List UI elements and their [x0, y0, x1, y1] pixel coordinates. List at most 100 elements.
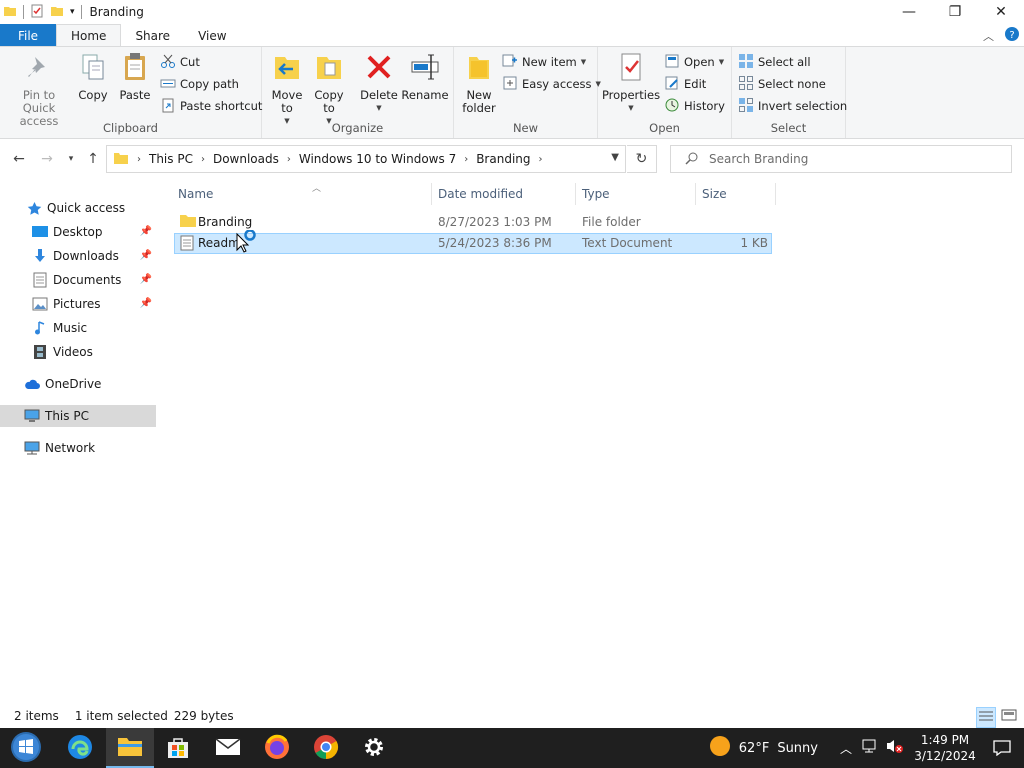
file-row[interactable]: Readm 5/24/2023 8:36 PM Text Document 1 …	[174, 229, 772, 254]
paste-button[interactable]: Paste	[116, 51, 154, 102]
weather-temperature[interactable]: 62°F	[739, 741, 770, 756]
volume-muted-icon[interactable]	[886, 738, 904, 758]
move-to-button[interactable]: Move to ▼	[268, 51, 306, 128]
help-icon[interactable]: ?	[1004, 26, 1020, 45]
breadcrumb-downloads[interactable]: Downloads	[213, 152, 279, 166]
copy-button[interactable]: Copy	[74, 51, 112, 102]
mouse-cursor-icon	[235, 229, 259, 259]
recent-locations-chevron-icon[interactable]: ▾	[62, 149, 80, 169]
edit-button[interactable]: Edit	[664, 74, 706, 94]
column-header-size[interactable]: Size	[696, 183, 776, 205]
tab-view[interactable]: View	[184, 24, 240, 47]
move-to-icon	[271, 51, 303, 89]
nav-documents[interactable]: Documents 📌	[0, 269, 156, 291]
column-header-type[interactable]: Type	[576, 183, 696, 205]
file-date: 8/27/2023 1:03 PM	[438, 215, 552, 229]
large-icons-view-icon[interactable]	[1000, 707, 1018, 728]
refresh-button[interactable]: ↻	[627, 145, 657, 173]
qat-dropdown-icon[interactable]: ▾	[70, 7, 75, 17]
file-row[interactable]: Branding 8/27/2023 1:03 PM File folder	[174, 212, 772, 233]
nav-this-pc[interactable]: This PC	[0, 405, 156, 427]
collapse-ribbon-icon[interactable]: ︿	[983, 28, 994, 44]
select-none-button[interactable]: Select none	[738, 74, 826, 94]
delete-x-icon	[363, 51, 395, 89]
copy-path-button[interactable]: Copy path	[160, 74, 239, 94]
details-view-icon[interactable]	[976, 707, 996, 728]
new-folder-icon	[463, 51, 495, 89]
breadcrumb-this-pc[interactable]: This PC	[149, 152, 193, 166]
breadcrumb-branding[interactable]: Branding	[476, 152, 530, 166]
close-button[interactable]: ✕	[978, 0, 1024, 24]
nav-pictures[interactable]: Pictures 📌	[0, 293, 156, 315]
select-all-button[interactable]: Select all	[738, 52, 811, 72]
breadcrumb-chevron-icon[interactable]: ›	[137, 154, 141, 165]
new-folder-qat-icon[interactable]	[50, 4, 64, 21]
pin-icon	[23, 51, 55, 89]
breadcrumb-chevron-icon[interactable]: ›	[539, 154, 543, 165]
forward-arrow-icon[interactable]: →	[38, 149, 56, 169]
back-arrow-icon[interactable]: ←	[10, 149, 28, 169]
taskbar-firefox[interactable]	[253, 728, 301, 768]
address-dropdown-icon[interactable]: ▼	[611, 152, 619, 163]
file-date: 5/24/2023 8:36 PM	[438, 236, 552, 250]
file-size: 1 KB	[740, 236, 768, 250]
show-hidden-icons-chevron-icon[interactable]: ︿	[840, 740, 852, 757]
star-icon	[26, 200, 42, 216]
tab-file[interactable]: File	[0, 24, 56, 47]
column-header-date-modified[interactable]: Date modified	[432, 183, 576, 205]
minimize-button[interactable]: —	[886, 0, 932, 24]
paste-shortcut-button[interactable]: Paste shortcut	[160, 96, 262, 116]
delete-button[interactable]: Delete ▼	[358, 51, 400, 115]
search-input[interactable]: Search Branding	[709, 152, 808, 166]
properties-qat-icon[interactable]	[30, 4, 44, 21]
copy-path-icon	[160, 75, 176, 94]
breadcrumb-chevron-icon[interactable]: ›	[287, 154, 291, 165]
maximize-button[interactable]: ❐	[932, 0, 978, 24]
new-item-button[interactable]: New item ▼	[502, 52, 586, 72]
tab-share[interactable]: Share	[121, 24, 184, 47]
easy-access-button[interactable]: Easy access ▼	[502, 74, 601, 94]
breadcrumb-windows-10-to-windows-7[interactable]: Windows 10 to Windows 7	[299, 152, 456, 166]
cut-button[interactable]: Cut	[160, 52, 200, 72]
nav-music[interactable]: Music	[0, 317, 156, 339]
taskbar-settings[interactable]	[350, 728, 398, 768]
breadcrumb-chevron-icon[interactable]: ›	[464, 154, 468, 165]
properties-button[interactable]: Properties ▼	[602, 51, 660, 115]
taskbar-mail[interactable]	[204, 728, 252, 768]
nav-network[interactable]: Network	[0, 437, 156, 459]
new-group: New folder New item ▼ Easy access ▼ New	[454, 47, 601, 138]
history-button[interactable]: History	[664, 96, 725, 116]
new-folder-button[interactable]: New folder	[460, 51, 498, 115]
taskbar-store[interactable]	[154, 728, 202, 768]
nav-downloads[interactable]: Downloads 📌	[0, 245, 156, 267]
music-note-icon	[32, 320, 48, 336]
status-bar: 2 items 1 item selected 229 bytes	[0, 703, 1024, 728]
taskbar-chrome[interactable]	[302, 728, 350, 768]
network-tray-icon[interactable]	[862, 738, 878, 758]
search-box[interactable]: Search Branding	[670, 145, 1012, 173]
rename-button[interactable]: Rename	[401, 51, 449, 102]
weather-description[interactable]: Sunny	[777, 741, 818, 756]
copy-to-button[interactable]: Copy to ▼	[310, 51, 348, 128]
clock[interactable]: 1:49 PM 3/12/2024	[910, 732, 980, 764]
invert-selection-button[interactable]: Invert selection	[738, 96, 847, 116]
notification-center-icon[interactable]	[980, 740, 1024, 756]
window-title: Branding	[89, 5, 144, 19]
up-arrow-icon[interactable]: ↑	[84, 149, 102, 169]
taskbar-edge[interactable]	[56, 728, 104, 768]
address-bar[interactable]: › This PC › Downloads › Windows 10 to Wi…	[106, 145, 626, 173]
weather-sun-icon[interactable]	[709, 735, 731, 761]
pin-to-quick-access-button[interactable]: Pin to Quick access	[6, 51, 72, 128]
nav-quick-access[interactable]: Quick access	[0, 197, 156, 219]
nav-onedrive[interactable]: OneDrive	[0, 373, 156, 395]
file-type: Text Document	[582, 236, 673, 250]
taskbar-file-explorer[interactable]	[106, 728, 154, 768]
open-button[interactable]: Open ▼	[664, 52, 724, 72]
nav-desktop[interactable]: Desktop 📌	[0, 221, 156, 243]
file-explorer-icon	[117, 735, 143, 760]
tab-home[interactable]: Home	[56, 24, 122, 47]
column-header-name[interactable]: Name ︿	[172, 183, 432, 205]
nav-videos[interactable]: Videos	[0, 341, 156, 363]
breadcrumb-chevron-icon[interactable]: ›	[201, 154, 205, 165]
start-button[interactable]	[2, 728, 50, 768]
